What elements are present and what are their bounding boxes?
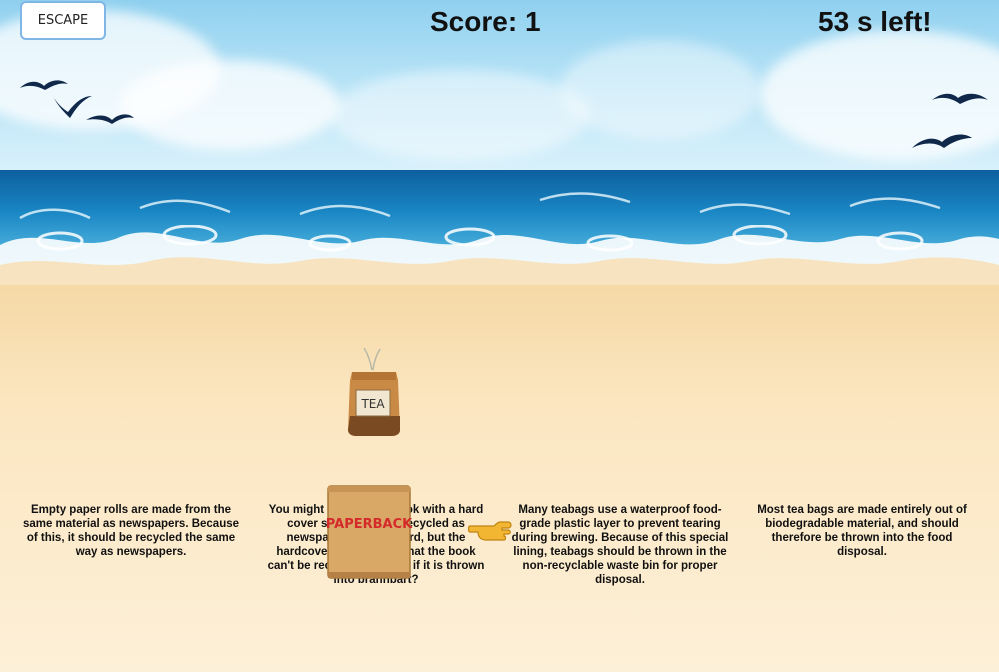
- pointing-hand-icon: [468, 521, 512, 541]
- wave-foam-upper: [19, 192, 941, 220]
- tea-label: TEA: [360, 397, 385, 411]
- seagull-icon: [20, 80, 134, 124]
- escape-button[interactable]: ESCAPE: [20, 1, 106, 40]
- score-display: Score: 1: [430, 6, 541, 38]
- timer-display: 53 s left!: [818, 6, 932, 38]
- seagull-icon: [912, 93, 988, 148]
- cloud: [330, 70, 590, 160]
- score-label: Score:: [430, 6, 518, 37]
- fact-text-1[interactable]: Empty paper rolls are made from the same…: [21, 503, 241, 559]
- game-scene: ESCAPE Score: 1 53 s left! Empty paper r…: [0, 0, 999, 672]
- cloud: [560, 40, 760, 140]
- cloud: [120, 60, 340, 150]
- tea-bag-item[interactable]: TEA: [346, 346, 402, 440]
- fact-text-3[interactable]: Many teabags use a waterproof food-grade…: [510, 503, 730, 587]
- paperback-book-item[interactable]: PAPERBACK: [324, 484, 414, 580]
- fact-text-4[interactable]: Most tea bags are made entirely out of b…: [752, 503, 972, 559]
- timer-suffix: s left!: [856, 6, 932, 37]
- paperback-label: PAPERBACK: [326, 517, 413, 532]
- sand-background: [0, 285, 999, 672]
- timer-value: 53: [818, 6, 850, 37]
- score-value: 1: [524, 6, 541, 37]
